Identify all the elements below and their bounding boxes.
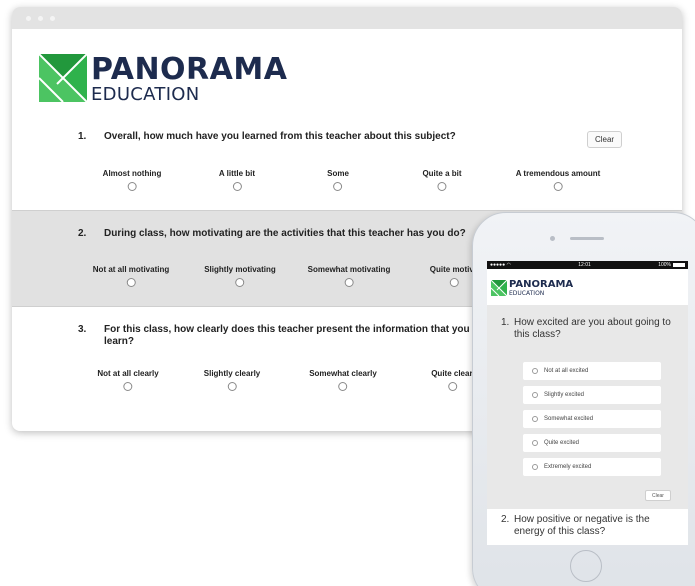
radio-button[interactable]	[532, 416, 538, 422]
mobile-question-2: 2. How positive or negative is the energ…	[501, 514, 671, 538]
battery-icon	[672, 262, 685, 267]
option-quite-clearly[interactable]: Quite clearl	[431, 369, 475, 396]
radio-button[interactable]	[344, 278, 354, 287]
option-slightly-motivating[interactable]: Slightly motivating	[204, 265, 276, 292]
option-not-at-all-motivating[interactable]: Not at all motivating	[93, 265, 169, 292]
home-button[interactable]	[570, 550, 602, 582]
radio-button[interactable]	[123, 382, 133, 391]
panorama-logo: PANORAMA EDUCATION	[39, 54, 287, 105]
question-text: How excited are you about going to this …	[514, 317, 671, 340]
radio-button[interactable]	[532, 464, 538, 470]
question-number: 3.	[78, 324, 87, 335]
battery-indicator: 100%	[658, 262, 685, 268]
window-zoom-dot[interactable]	[50, 15, 55, 21]
question-text: How positive or negative is the energy o…	[514, 514, 650, 537]
option-quite-a-bit[interactable]: Quite a bit	[422, 169, 462, 196]
panorama-logo-icon	[491, 280, 507, 296]
window-close-dot[interactable]	[26, 15, 31, 21]
mobile-option-somewhat-excited[interactable]: Somewhat excited	[523, 410, 661, 428]
question-text: Overall, how much have you learned from …	[104, 131, 456, 142]
option-not-at-all-clearly[interactable]: Not at all clearly	[97, 369, 159, 396]
brand-name: PANORAMA	[91, 52, 288, 87]
mobile-option-quite-excited[interactable]: Quite excited	[523, 434, 661, 452]
radio-button[interactable]	[532, 368, 538, 374]
question-number: 1.	[501, 317, 510, 328]
radio-button[interactable]	[449, 278, 459, 287]
option-somewhat-motivating[interactable]: Somewhat motivating	[308, 265, 390, 292]
option-some[interactable]: Some	[327, 169, 349, 196]
speaker-icon	[570, 237, 604, 240]
radio-button[interactable]	[437, 182, 447, 191]
radio-button[interactable]	[333, 182, 343, 191]
option-slightly-clearly[interactable]: Slightly clearly	[204, 369, 260, 396]
phone-screen: ●●●●● ◠ 12:01 100% PANORAMA EDUCATION 1.…	[487, 261, 688, 545]
signal-icon: ●●●●● ◠	[490, 262, 511, 268]
mobile-option-extremely-excited[interactable]: Extremely excited	[523, 458, 661, 476]
mobile-question-1: 1. How excited are you about going to th…	[501, 317, 671, 341]
status-time: 12:01	[578, 262, 591, 268]
mobile-header: PANORAMA EDUCATION	[487, 269, 688, 305]
panorama-logo-icon	[39, 54, 87, 102]
question-number: 2.	[501, 514, 510, 525]
status-bar: ●●●●● ◠ 12:01 100%	[487, 261, 688, 269]
question-number: 1.	[78, 131, 87, 142]
question-text: For this class, how clearly does this te…	[104, 324, 470, 347]
radio-button[interactable]	[532, 392, 538, 398]
mobile-clear-button[interactable]: Clear	[645, 490, 671, 501]
option-almost-nothing[interactable]: Almost nothing	[103, 169, 161, 196]
mobile-panorama-logo: PANORAMA EDUCATION	[491, 280, 573, 297]
mobile-option-slightly-excited[interactable]: Slightly excited	[523, 386, 661, 404]
radio-button[interactable]	[126, 278, 136, 287]
radio-button[interactable]	[532, 440, 538, 446]
radio-button[interactable]	[232, 182, 242, 191]
question-number: 2.	[78, 228, 87, 239]
camera-icon	[550, 236, 555, 241]
brand-name: PANORAMA	[509, 279, 574, 290]
radio-button[interactable]	[553, 182, 563, 191]
option-a-little-bit[interactable]: A little bit	[219, 169, 255, 196]
radio-button[interactable]	[235, 278, 245, 287]
radio-button[interactable]	[338, 382, 348, 391]
phone-device: ●●●●● ◠ 12:01 100% PANORAMA EDUCATION 1.…	[472, 212, 695, 586]
brand-subtitle: EDUCATION	[91, 84, 200, 105]
option-somewhat-clearly[interactable]: Somewhat clearly	[309, 369, 377, 396]
browser-titlebar	[12, 7, 682, 29]
radio-button[interactable]	[448, 382, 458, 391]
question-text: During class, how motivating are the act…	[104, 228, 466, 239]
option-a-tremendous-amount[interactable]: A tremendous amount	[516, 169, 600, 196]
option-quite-motivating[interactable]: Quite motiva	[430, 265, 478, 292]
question-1: 1. Overall, how much have you learned fr…	[12, 127, 682, 212]
radio-button[interactable]	[127, 182, 137, 191]
battery-percent: 100%	[658, 262, 671, 268]
radio-button[interactable]	[227, 382, 237, 391]
window-minimize-dot[interactable]	[38, 15, 43, 21]
brand-subtitle: EDUCATION	[509, 290, 545, 297]
mobile-question-card: 1. How excited are you about going to th…	[487, 305, 688, 509]
mobile-option-not-at-all-excited[interactable]: Not at all excited	[523, 362, 661, 380]
